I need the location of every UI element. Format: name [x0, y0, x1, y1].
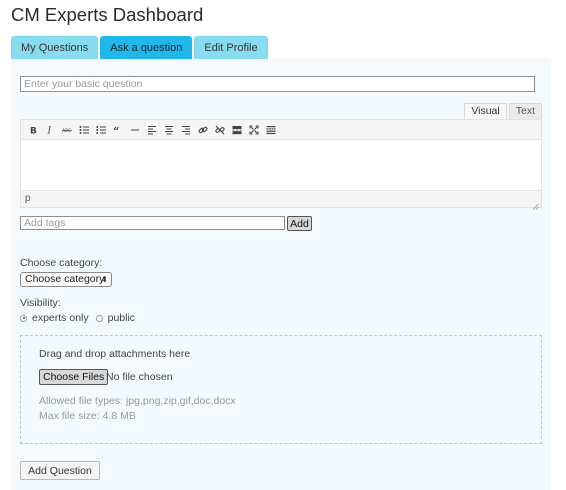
unlink-icon[interactable]: [211, 122, 228, 138]
attachments-dropzone[interactable]: Drag and drop attachments here Choose Fi…: [20, 335, 542, 444]
numbered-list-icon[interactable]: [92, 122, 109, 138]
svg-text:I: I: [46, 126, 51, 135]
question-input[interactable]: [20, 76, 535, 92]
editor-path: p: [21, 190, 541, 207]
max-file-size: Max file size: 4.8 MB: [39, 410, 136, 422]
rich-text-editor: B I ABC “ p: [20, 119, 542, 210]
tags-input[interactable]: [20, 216, 285, 230]
toolbar-toggle-icon[interactable]: [262, 122, 279, 138]
align-left-icon[interactable]: [143, 122, 160, 138]
tab-my-questions[interactable]: My Questions: [11, 36, 99, 59]
category-select[interactable]: Choose category ⬍: [20, 272, 112, 287]
align-right-icon[interactable]: [177, 122, 194, 138]
add-question-button[interactable]: Add Question: [20, 461, 100, 480]
public-label: public: [107, 312, 136, 324]
bullet-list-icon[interactable]: [75, 122, 92, 138]
editor-toolbar: B I ABC “: [21, 120, 541, 140]
svg-text:“: “: [113, 125, 119, 135]
tab-ask-question[interactable]: Ask a question: [100, 36, 193, 59]
tab-edit-profile[interactable]: Edit Profile: [194, 36, 268, 59]
svg-text:B: B: [30, 126, 37, 135]
experts-only-label: experts only: [32, 312, 89, 324]
file-status: No file chosen: [106, 371, 173, 383]
tab-bar: My Questions Ask a question Edit Profile: [11, 36, 270, 59]
category-label: Choose category:: [20, 257, 103, 269]
select-arrows-icon: ⬍: [101, 275, 108, 284]
bold-icon[interactable]: B: [24, 122, 41, 138]
ask-question-panel: Visual Text B I ABC “ p Add Choose categ…: [11, 59, 551, 490]
editor-mode-tabs: Visual Text: [462, 103, 542, 119]
strikethrough-icon[interactable]: ABC: [58, 122, 75, 138]
horizontal-rule-icon[interactable]: [126, 122, 143, 138]
blockquote-icon[interactable]: “: [109, 122, 126, 138]
experts-only-radio[interactable]: [20, 314, 27, 322]
align-center-icon[interactable]: [160, 122, 177, 138]
category-select-value: Choose category: [25, 273, 105, 285]
visibility-label: Visibility:: [20, 297, 61, 309]
fullscreen-icon[interactable]: [245, 122, 262, 138]
link-icon[interactable]: [194, 122, 211, 138]
add-tag-button[interactable]: Add: [287, 216, 312, 231]
svg-text:ABC: ABC: [62, 128, 71, 134]
text-tab[interactable]: Text: [508, 103, 542, 119]
page-title: CM Experts Dashboard: [11, 4, 204, 25]
read-more-icon[interactable]: [228, 122, 245, 138]
italic-icon[interactable]: I: [41, 122, 58, 138]
allowed-file-types: Allowed file types: jpg,png,zip,gif,doc,…: [39, 395, 236, 407]
dropzone-hint: Drag and drop attachments here: [39, 348, 191, 360]
resize-handle-icon[interactable]: [532, 198, 539, 210]
choose-files-button[interactable]: Choose Files: [39, 369, 109, 385]
visual-tab[interactable]: Visual: [464, 103, 507, 119]
editor-content-area[interactable]: [21, 140, 541, 190]
public-radio[interactable]: [95, 314, 103, 322]
visibility-options: experts only public: [20, 312, 135, 324]
